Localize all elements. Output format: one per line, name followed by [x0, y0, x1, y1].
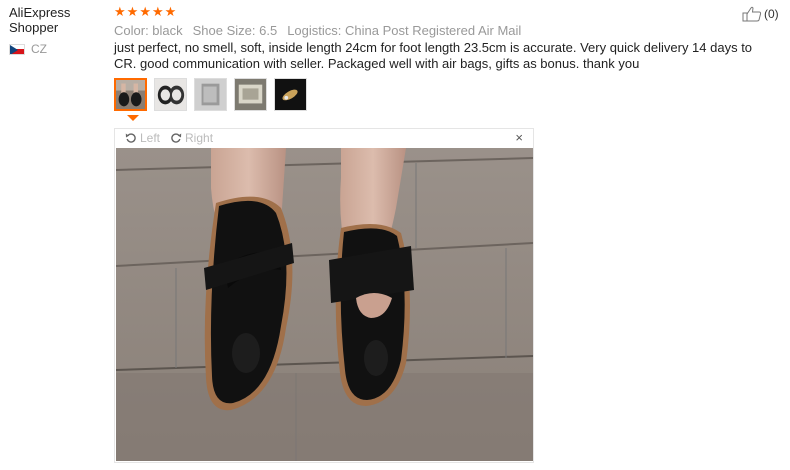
- review-content: ★ ★ ★ ★ ★ Color: black Shoe Size: 6.5 Lo…: [114, 5, 774, 111]
- star-icon: ★: [114, 4, 126, 19]
- star-icon: ★: [139, 4, 151, 19]
- shoes-pair-thumbnail: [155, 79, 186, 110]
- reviewer-info: AliExpress Shopper CZ: [9, 5, 104, 56]
- rotate-right-icon: [171, 133, 182, 143]
- shoes-on-feet-photo: [116, 148, 533, 461]
- review-photo: [116, 148, 533, 461]
- thumbnail-2[interactable]: [154, 78, 187, 111]
- country-code: CZ: [31, 42, 47, 56]
- czech-flag-icon: [9, 43, 25, 55]
- viewer-toolbar: Left Right ×: [115, 129, 533, 147]
- close-icon[interactable]: ×: [515, 130, 523, 145]
- order-attributes: Color: black Shoe Size: 6.5 Logistics: C…: [114, 23, 774, 38]
- helpful-vote[interactable]: (0): [742, 6, 779, 22]
- thumbnail-selection-arrow: [127, 115, 139, 121]
- reviewer-name-line2: Shopper: [9, 20, 59, 35]
- rotate-left-label: Left: [140, 131, 161, 145]
- star-rating: ★ ★ ★ ★ ★: [114, 5, 774, 19]
- shoes-on-feet-thumbnail: [116, 80, 145, 109]
- reviewer-country: CZ: [9, 42, 104, 56]
- bubble-wrap-thumbnail: [235, 79, 266, 110]
- image-viewer: Left Right ×: [114, 128, 534, 463]
- helpful-count: (0): [764, 7, 779, 21]
- review-text: just perfect, no smell, soft, inside len…: [114, 40, 753, 71]
- color-attribute: Color: black: [114, 23, 183, 38]
- thumbs-up-icon: [742, 6, 762, 22]
- rotate-left-icon: [125, 133, 136, 143]
- rotate-right-button[interactable]: Right: [170, 131, 213, 145]
- thumbnail-5[interactable]: [274, 78, 307, 111]
- star-icon: ★: [164, 4, 177, 19]
- thumbnail-3[interactable]: [194, 78, 227, 111]
- size-attribute: Shoe Size: 6.5: [192, 23, 278, 38]
- rotate-right-label: Right: [185, 131, 214, 145]
- reviewer-name-line1: AliExpress: [9, 5, 71, 20]
- reviewer-name: AliExpress Shopper: [9, 5, 104, 35]
- star-icon: ★: [126, 4, 139, 19]
- logistics-attribute: Logistics: China Post Registered Air Mai…: [287, 23, 522, 38]
- thumbnail-4[interactable]: [234, 78, 267, 111]
- gift-item-thumbnail: [275, 79, 306, 110]
- package-thumbnail: [195, 79, 226, 110]
- rotate-left-button[interactable]: Left: [125, 131, 160, 145]
- review-thumbnails: [114, 78, 774, 111]
- thumbnail-1[interactable]: [114, 78, 147, 111]
- star-icon: ★: [151, 4, 164, 19]
